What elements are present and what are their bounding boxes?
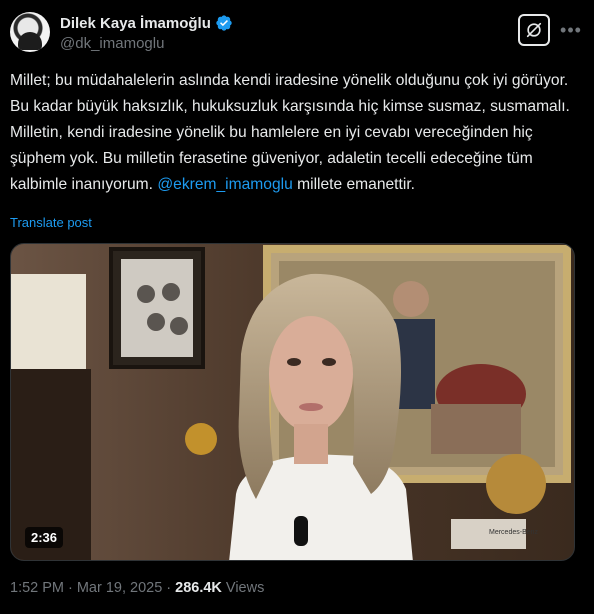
video-duration: 2:36 [25,527,64,548]
mention-link[interactable]: @ekrem_imamoglu [157,176,292,193]
views-count: 286.4K [175,580,222,596]
more-icon: ••• [560,19,582,40]
video-player[interactable]: Mercedes-Benz 2:36 [10,243,575,561]
author-handle[interactable]: @dk_imamoglu [60,35,164,52]
post-date[interactable]: Mar 19, 2025 [77,580,162,596]
grok-button[interactable] [518,14,550,46]
brand-text: Mercedes-Benz [489,529,539,536]
verified-badge-icon [216,15,232,31]
translate-post-link[interactable]: Translate post [10,215,92,230]
views-label: Views [225,580,265,596]
video-thumbnail: Mercedes-Benz [11,244,574,560]
post-time[interactable]: 1:52 PM [10,580,64,596]
tweet-header: Dilek Kaya İmamoğlu @dk_imamoglu ••• [10,8,582,54]
tweet-text-body: Millet; bu müdahalelerin aslında kendi i… [10,72,570,193]
tweet-text-end: millete emanettir. [292,176,415,193]
meta-separator: · [166,580,172,596]
meta-separator: · [68,580,73,596]
tweet-text: Millet; bu müdahalelerin aslında kendi i… [10,68,584,198]
grok-icon [526,22,542,38]
more-options-button[interactable]: ••• [560,14,582,46]
author-name-row: Dilek Kaya İmamoğlu [60,14,233,32]
tweet-meta: 1:52 PM · Mar 19, 2025 · 286.4K Views [10,580,264,596]
avatar[interactable] [10,12,50,52]
author-display-name[interactable]: Dilek Kaya İmamoğlu [60,15,211,32]
